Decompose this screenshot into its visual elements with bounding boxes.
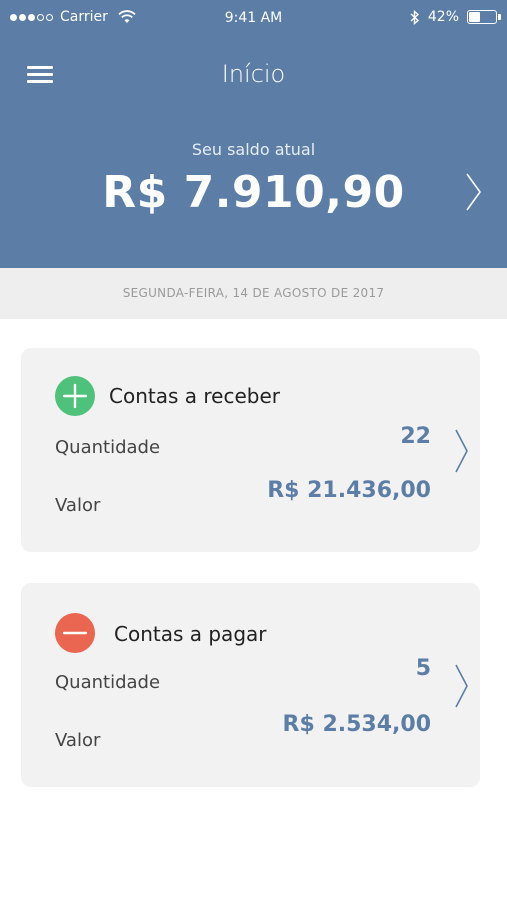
nav-bar: Início [0,44,507,104]
value-label: Valor [55,495,101,516]
value-label: Valor [55,730,101,751]
battery-fill [469,12,480,22]
quantity-label: Quantidade [55,672,161,693]
bluetooth-icon [410,9,419,25]
page-title: Início [221,60,286,88]
quantity-label: Quantidade [55,437,161,458]
battery-icon [467,10,501,24]
card-contas-a-pagar[interactable]: Contas a pagar Quantidade 5 Valor R$ 2.5… [21,583,480,787]
chevron-right-icon[interactable] [465,172,483,212]
date-bar: SEGUNDA-FEIRA, 14 DE AGOSTO DE 2017 [0,268,507,319]
plus-circle-icon [55,376,95,416]
balance-label: Seu saldo atual [191,140,316,159]
card-contas-a-receber[interactable]: Contas a receber Quantidade 22 Valor R$ … [21,348,480,552]
minus-circle-icon [55,613,95,653]
chevron-right-icon[interactable] [454,663,470,709]
quantity-value: 5 [415,656,431,681]
battery-percent: 42% [427,9,459,25]
value-amount: R$ 21.436,00 [267,478,431,503]
card-title: Contas a receber [109,384,280,408]
balance-value: R$ 7.910,90 [102,167,405,218]
chevron-right-icon[interactable] [454,428,470,474]
status-right: 42% [410,9,501,25]
card-title: Contas a pagar [114,622,267,646]
balance-section[interactable]: Seu saldo atual R$ 7.910,90 [0,140,507,218]
value-amount: R$ 2.534,00 [282,712,431,737]
header: Carrier 9:41 AM 42% Início Seu saldo atu [0,0,507,268]
status-bar: Carrier 9:41 AM 42% [0,0,507,36]
quantity-value: 22 [400,424,431,449]
